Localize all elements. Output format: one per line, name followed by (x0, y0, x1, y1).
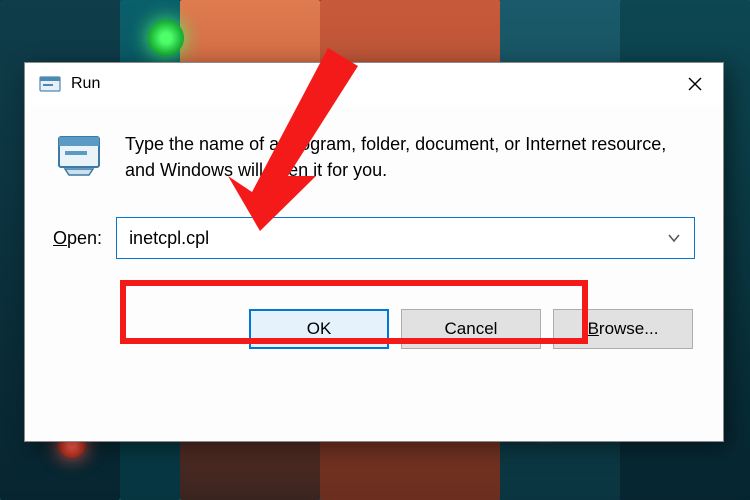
combo-dropdown-button[interactable] (654, 218, 694, 258)
close-button[interactable] (667, 63, 723, 105)
titlebar[interactable]: Run (25, 63, 723, 105)
chevron-down-icon (667, 231, 681, 245)
close-icon (688, 77, 702, 91)
dialog-title: Run (71, 75, 667, 93)
open-combobox[interactable] (116, 217, 695, 259)
run-icon (53, 127, 105, 179)
run-dialog: Run Type the name of a program, folder, … (24, 62, 724, 442)
cancel-button[interactable]: Cancel (401, 309, 541, 349)
open-label: Open: (53, 228, 102, 249)
dialog-description: Type the name of a program, folder, docu… (125, 127, 695, 183)
ok-button[interactable]: OK (249, 309, 389, 349)
open-input[interactable] (117, 218, 654, 258)
browse-button[interactable]: Browse... (553, 309, 693, 349)
run-title-icon (39, 73, 61, 95)
